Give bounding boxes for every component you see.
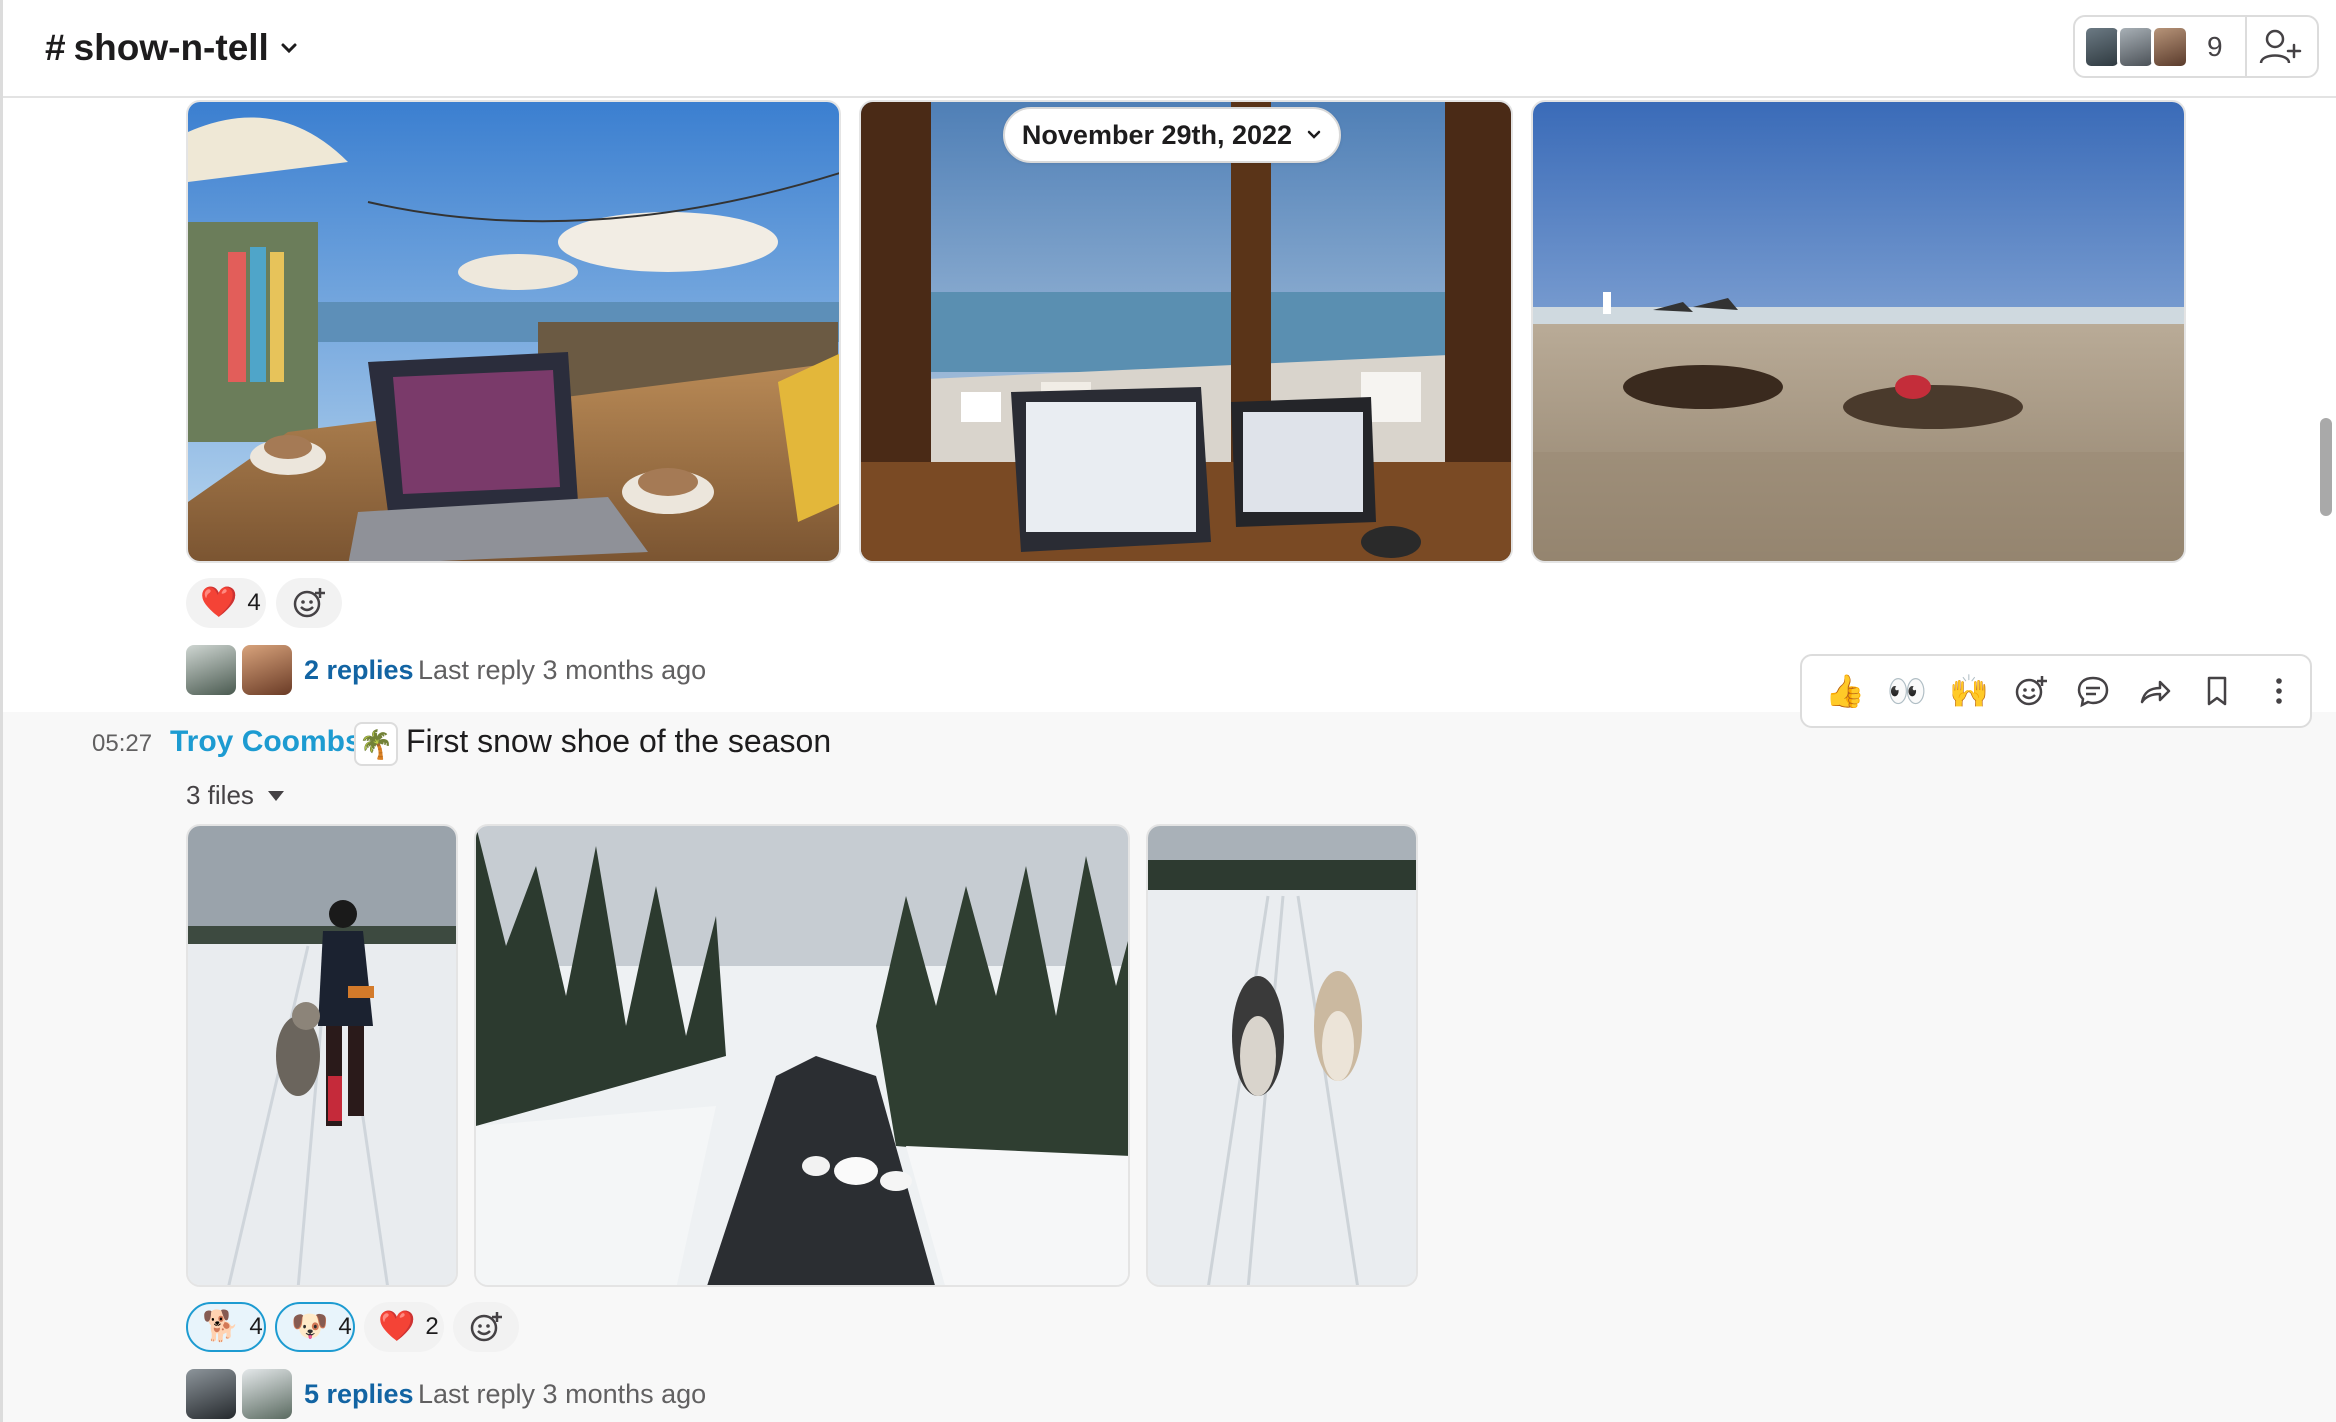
dog-emoji: 🐕 <box>202 1310 240 1343</box>
date-label: November 29th, 2022 <box>1021 119 1293 150</box>
chevron-down-icon <box>1307 130 1321 139</box>
reaction-count: 2 <box>425 1313 439 1340</box>
forward-arrow-icon <box>2140 680 2171 704</box>
react-thumbs-up-button[interactable]: 👍 <box>1814 661 1876 721</box>
member-avatar <box>2117 24 2155 69</box>
add-emoji-icon <box>293 588 325 618</box>
channel-header: # show-n-tell 9 <box>3 0 2336 98</box>
heart-emoji: ❤️ <box>200 586 238 619</box>
react-raised-hands-button[interactable]: 🙌 <box>1938 661 2000 721</box>
last-reply-time: Last reply 3 months ago <box>418 1379 707 1409</box>
reaction-count: 4 <box>247 589 261 616</box>
member-count: 9 <box>2207 30 2223 62</box>
add-emoji-icon <box>2015 676 2047 706</box>
image-snowy-creek[interactable] <box>474 824 1130 1287</box>
snowshoe-hiker-picture <box>188 826 456 1285</box>
thread-avatar[interactable] <box>242 1369 292 1419</box>
divider <box>2245 17 2247 76</box>
member-avatar <box>2083 24 2121 69</box>
thread-avatar[interactable] <box>186 645 236 695</box>
image-ocean-view-window[interactable] <box>859 100 1513 563</box>
reaction-count: 4 <box>338 1313 352 1340</box>
reaction-heart[interactable]: ❤️ 2 <box>364 1302 444 1352</box>
message-author[interactable]: Troy Coombs <box>170 725 362 759</box>
add-emoji-icon <box>470 1312 502 1342</box>
members-button[interactable]: 9 <box>2073 15 2319 78</box>
status-emoji: 🌴 <box>358 728 394 760</box>
image-beach-camels[interactable] <box>1531 100 2186 563</box>
react-eyes-button[interactable]: 👀 <box>1876 661 1938 721</box>
channel-name: show-n-tell <box>73 27 269 68</box>
eyes-emoji: 👀 <box>1887 673 1927 709</box>
reaction-dog[interactable]: 🐕 4 <box>186 1302 266 1352</box>
huskies-trail-picture <box>1148 826 1416 1285</box>
thread-avatar[interactable] <box>186 1369 236 1419</box>
heart-emoji: ❤️ <box>378 1310 416 1343</box>
thread-icon <box>2077 676 2109 708</box>
doge-emoji: 🐶 <box>291 1310 329 1343</box>
files-label: 3 files <box>186 780 254 810</box>
channel-title-button[interactable]: # show-n-tell <box>45 24 299 72</box>
message-actions-toolbar: 👍 👀 🙌 <box>1800 654 2312 728</box>
thread-replies-link[interactable]: 2 replies <box>304 655 414 686</box>
thumbs-up-emoji: 👍 <box>1825 673 1865 709</box>
add-member-button[interactable] <box>2257 27 2303 67</box>
add-reaction-button[interactable] <box>276 578 342 628</box>
chevron-down-icon <box>281 43 297 54</box>
more-actions-button[interactable] <box>2248 661 2310 721</box>
date-divider-button[interactable]: November 29th, 2022 <box>1003 107 1341 163</box>
bookmark-icon <box>2207 676 2227 706</box>
reply-in-thread-button[interactable] <box>2062 661 2124 721</box>
beach-cafe-picture <box>188 102 839 561</box>
image-huskies-trail[interactable] <box>1146 824 1418 1287</box>
palm-tree-status-icon[interactable]: 🌴 <box>354 722 398 766</box>
thread-replies-link[interactable]: 5 replies <box>304 1379 414 1410</box>
files-toggle-button[interactable]: 3 files <box>186 780 284 811</box>
add-person-icon <box>2259 29 2302 64</box>
save-message-button[interactable] <box>2186 661 2248 721</box>
member-avatars <box>2083 24 2189 69</box>
thread-avatar[interactable] <box>242 645 292 695</box>
caret-down-icon <box>267 790 284 801</box>
message-text: First snow shoe of the season <box>406 723 832 759</box>
share-message-button[interactable] <box>2124 661 2186 721</box>
channel-hash: # <box>45 27 66 68</box>
more-vertical-icon <box>2276 678 2282 704</box>
beach-camels-picture <box>1533 102 2184 561</box>
reaction-heart[interactable]: ❤️ 4 <box>186 578 266 628</box>
reaction-doge[interactable]: 🐶 4 <box>275 1302 355 1352</box>
raised-hands-emoji: 🙌 <box>1949 673 1989 709</box>
image-beach-cafe[interactable] <box>186 100 841 563</box>
snowy-creek-picture <box>476 826 1128 1285</box>
reaction-count: 4 <box>249 1313 263 1340</box>
member-avatar <box>2151 24 2189 69</box>
last-reply-time: Last reply 3 months ago <box>418 655 707 685</box>
add-reaction-button[interactable] <box>453 1302 519 1352</box>
add-reaction-button[interactable] <box>2000 661 2062 721</box>
ocean-view-picture <box>861 102 1511 561</box>
image-snowshoe-hiker[interactable] <box>186 824 458 1287</box>
scrollbar-thumb[interactable] <box>2320 418 2332 516</box>
message-timestamp[interactable]: 05:27 <box>92 730 152 758</box>
